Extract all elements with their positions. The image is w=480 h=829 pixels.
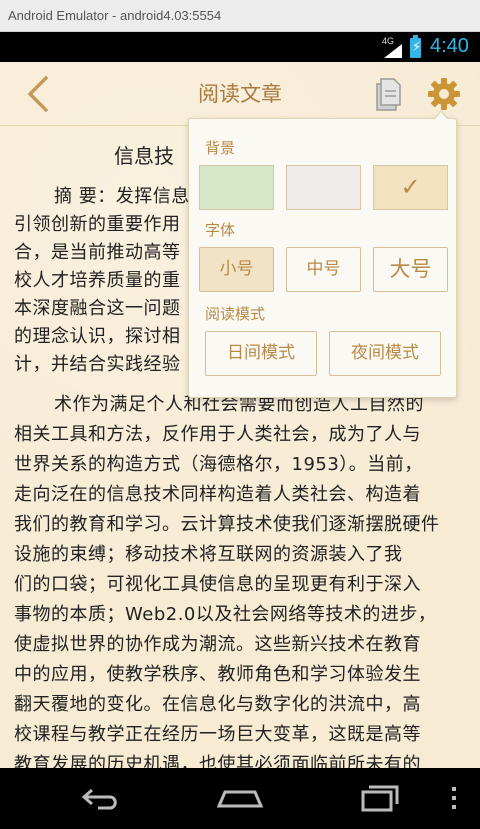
reader-screen: 阅读文章 信息技 摘 要：发挥信息 引领创新的重要作用 合，是当前推动高等 校人… bbox=[0, 62, 480, 775]
article-line: 引领创新的重要作用 bbox=[14, 214, 181, 235]
night-mode-button[interactable]: 夜间模式 bbox=[329, 331, 441, 376]
article-line: 计，并结合实践经验 bbox=[14, 354, 181, 375]
check-icon: ✓ bbox=[400, 173, 421, 201]
article-line: 设施的束缚；移动技术将互联网的资源装入了我 bbox=[14, 544, 403, 565]
settings-popup: 背景 ✓ 字体 小号 中号 大号 阅读模式 日间模式 夜间模式 bbox=[188, 110, 457, 398]
article-line: 世界关系的构造方式（海德格尔，1953）。当前， bbox=[14, 454, 423, 475]
navigation-bar bbox=[0, 768, 480, 829]
status-bar: 4G ⚡ 4:40 bbox=[0, 32, 480, 62]
font-medium-button[interactable]: 中号 bbox=[286, 247, 361, 292]
reading-mode-label: 阅读模式 bbox=[205, 305, 266, 323]
signal-icon bbox=[384, 44, 402, 58]
article-line: 翻天覆地的变化。在信息化与数字化的洪流中，高 bbox=[14, 694, 421, 715]
overflow-menu-icon[interactable] bbox=[448, 786, 460, 810]
home-icon[interactable] bbox=[215, 780, 265, 816]
article-line: 走向泛在的信息技术同样构造着人类社会、构造着 bbox=[14, 484, 421, 505]
window-title: Android Emulator - android4.03:5554 bbox=[0, 0, 480, 32]
font-label: 字体 bbox=[205, 221, 236, 239]
article-line: 使虚拟世界的协作成为潮流。这些新兴技术在教育 bbox=[14, 634, 421, 655]
app-header: 阅读文章 bbox=[0, 62, 480, 126]
article-line: 相关工具和方法，反作用于人类社会，成为了人与 bbox=[14, 424, 421, 445]
article-line: 们的口袋；可视化工具使信息的呈现更有利于深入 bbox=[14, 574, 421, 595]
article-line: 的理念认识，探讨相 bbox=[14, 326, 181, 347]
status-clock: 4:40 bbox=[430, 35, 469, 57]
font-small-button[interactable]: 小号 bbox=[199, 247, 274, 292]
background-label: 背景 bbox=[205, 139, 236, 157]
article-line: 本深度融合这一问题 bbox=[14, 298, 181, 319]
page-title: 阅读文章 bbox=[198, 82, 282, 106]
article-line: 中的应用，使教学秩序、教师角色和学习体验发生 bbox=[14, 664, 421, 685]
article-line: 校人才培养质量的重 bbox=[14, 270, 181, 291]
charging-icon: ⚡ bbox=[412, 40, 422, 55]
background-swatch-green[interactable] bbox=[199, 165, 274, 210]
article-line: 校课程与教学正在经历一场巨大变革，这既是高等 bbox=[14, 724, 421, 745]
article-line: 合，是当前推动高等 bbox=[14, 242, 181, 263]
recent-apps-icon[interactable] bbox=[355, 780, 405, 816]
gear-icon[interactable] bbox=[426, 76, 462, 112]
article-line: 摘 要：发挥信息 bbox=[54, 186, 190, 207]
article-line: 我们的教育和学习。云计算技术使我们逐渐摆脱硬件 bbox=[14, 514, 440, 535]
article-title: 信息技 bbox=[114, 144, 174, 168]
article-line: 事物的本质；Web2.0以及社会网络等技术的进步， bbox=[14, 604, 437, 625]
back-arrow-icon[interactable] bbox=[76, 780, 126, 816]
background-swatch-gray[interactable] bbox=[286, 165, 361, 210]
document-icon[interactable] bbox=[372, 76, 404, 112]
font-large-button[interactable]: 大号 bbox=[373, 247, 448, 292]
background-swatch-parchment[interactable]: ✓ bbox=[373, 165, 448, 210]
day-mode-button[interactable]: 日间模式 bbox=[205, 331, 317, 376]
chevron-left-icon[interactable] bbox=[20, 72, 60, 116]
